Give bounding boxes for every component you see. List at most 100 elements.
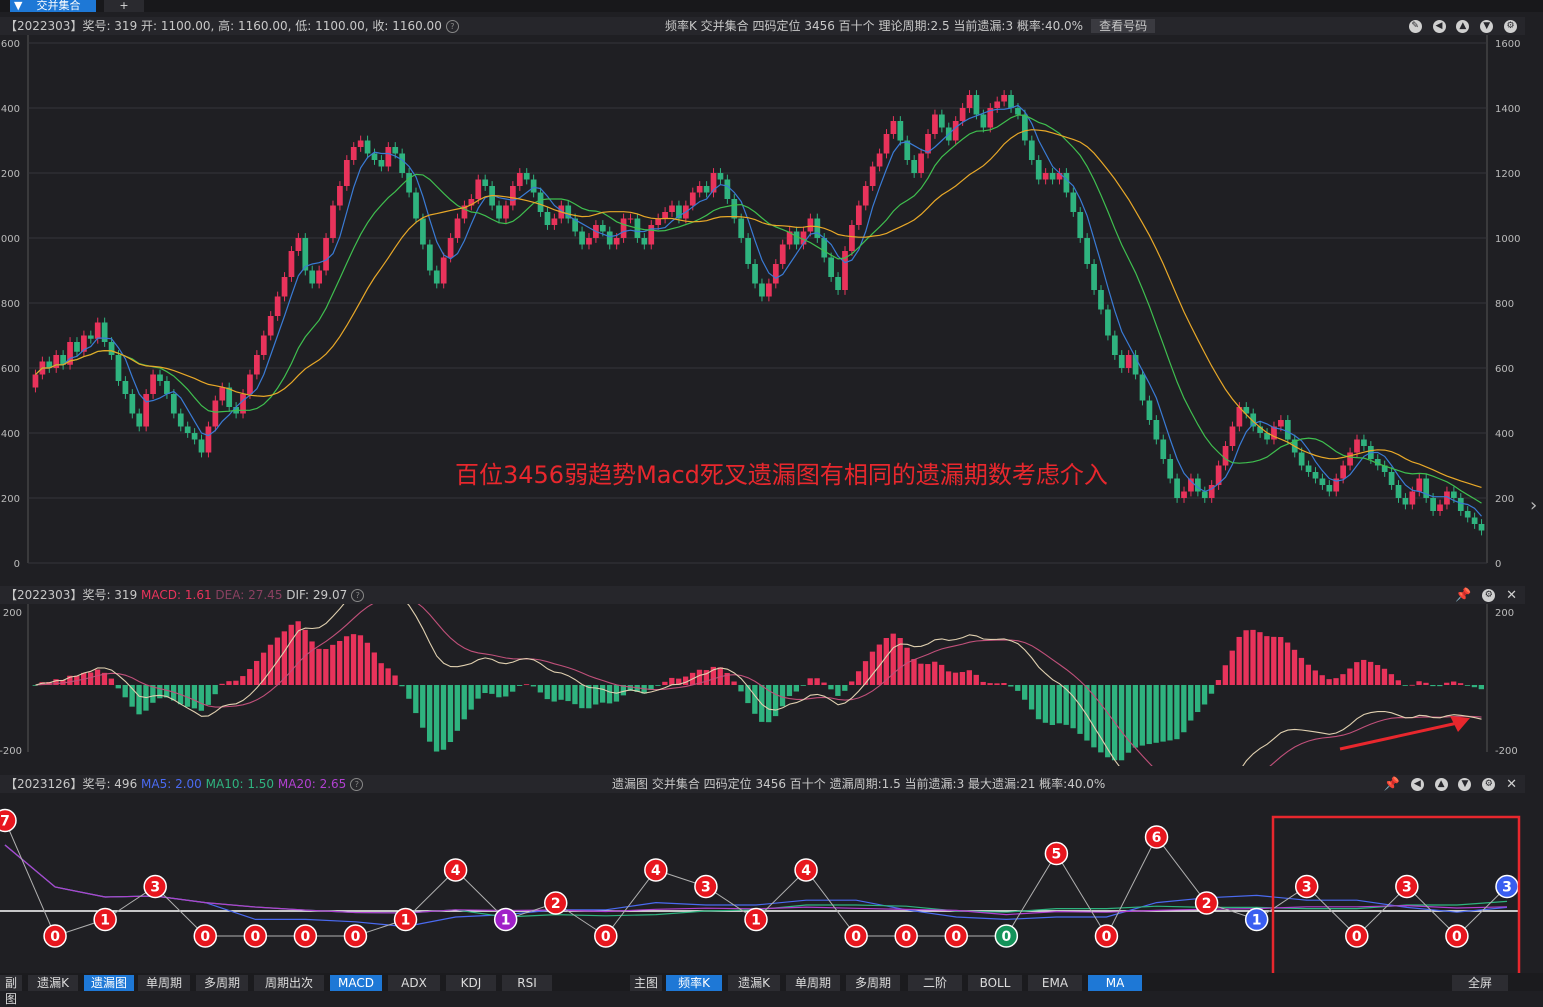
candle [274, 296, 281, 316]
macd-bar [1333, 678, 1339, 685]
omit-dot-label: 0 [1102, 929, 1112, 945]
settings-icon[interactable]: ⚙ [1482, 778, 1496, 791]
back-icon[interactable]: ◀ [1410, 778, 1424, 791]
macd-bar [1451, 681, 1457, 685]
help-icon[interactable]: ? [351, 589, 365, 602]
y-tick-label: 200 [3, 608, 22, 619]
settings-icon[interactable]: ⚙ [1504, 20, 1517, 33]
query-numbers-button[interactable]: 查看号码 [1091, 19, 1156, 33]
macd-bar [1001, 683, 1007, 685]
candle [364, 140, 371, 154]
omit-dot-label: 0 [200, 929, 210, 945]
candle [599, 225, 606, 232]
candle [1091, 264, 1097, 290]
macd-bar [337, 640, 343, 685]
mainchart-button[interactable]: MA [1088, 975, 1142, 991]
dif-value: DIF: 29.07 [286, 588, 348, 602]
macd-bar [1028, 685, 1035, 710]
subchart-button[interactable]: KDJ [446, 975, 496, 991]
omit-dot-label: 0 [851, 929, 861, 945]
candle [835, 277, 841, 290]
help-icon[interactable]: ? [350, 778, 364, 791]
back-icon[interactable]: ◀ [1432, 20, 1446, 33]
macd-bar [94, 669, 101, 685]
candle [1222, 446, 1229, 466]
close-icon[interactable]: ✕ [1506, 778, 1517, 791]
subchart-button[interactable]: ADX [388, 975, 440, 991]
subchart-button[interactable]: 遗漏K [28, 975, 78, 991]
mainchart-button[interactable]: BOLL [968, 975, 1022, 991]
tab-jiaobing[interactable]: ▼ 交并集合 [10, 0, 96, 12]
macd-bar [309, 641, 315, 685]
move-down-icon[interactable]: ▼ [1480, 20, 1494, 33]
mainchart-button[interactable]: 频率K [666, 975, 722, 991]
macd-bar [793, 685, 800, 692]
candle [323, 238, 329, 271]
subchart-button[interactable]: MACD [330, 975, 382, 991]
pin-icon[interactable]: 📌 [1384, 778, 1400, 791]
candle [260, 335, 267, 355]
pin-icon[interactable]: 📌 [1455, 589, 1471, 602]
mainchart-button[interactable]: 遗漏K [728, 975, 780, 991]
add-tab-button[interactable]: + [104, 0, 144, 12]
candle [890, 121, 897, 134]
macd-bar [1367, 661, 1374, 685]
mainchart-button[interactable]: 多周期 [846, 975, 900, 991]
candle [1354, 439, 1360, 453]
candle [433, 270, 440, 284]
macd-bar [108, 678, 115, 685]
candle [1201, 491, 1208, 498]
ma10-line [4, 844, 1508, 918]
expand-right-icon[interactable]: › [1530, 495, 1537, 516]
macd-bar [586, 685, 592, 709]
macd-chart[interactable]: 200 200 -200 -200 [0, 604, 1525, 766]
macd-bar [745, 685, 751, 704]
macd-bar [1139, 685, 1145, 746]
mainchart-button[interactable]: 二阶 [908, 975, 962, 991]
macd-bar [890, 633, 896, 685]
candle [1305, 465, 1312, 472]
macd-bar [980, 681, 986, 685]
macd-bar [1444, 682, 1450, 685]
omit-info: 【2023126】奖号: 496 [5, 777, 138, 791]
move-down-icon[interactable]: ▼ [1458, 778, 1472, 791]
move-up-icon[interactable]: ▲ [1456, 20, 1470, 33]
subchart-button[interactable]: 单周期 [138, 975, 190, 991]
candle [1015, 108, 1021, 115]
mainchart-button[interactable]: EMA [1028, 975, 1082, 991]
omit-dot-label: 7 [0, 814, 10, 830]
omit-dot-label: 0 [301, 929, 311, 945]
candle [648, 225, 655, 245]
macd-bar [226, 681, 232, 685]
close-icon[interactable]: ✕ [1506, 589, 1517, 602]
candle [1298, 452, 1305, 466]
settings-icon[interactable]: ⚙ [1482, 589, 1496, 602]
subchart-button[interactable]: 周期出次 [254, 975, 324, 991]
macd-bar [1457, 683, 1464, 685]
macd-bar [1091, 685, 1097, 748]
help-icon[interactable]: ? [445, 20, 459, 33]
candle [855, 205, 862, 225]
omit-chart[interactable]: 7 0 1 3 0 0 0 0 1 4 1 2 0 4 3 1 4 0 0 0 0 5 0 6 2 1 3 0 3 0 3 [0, 793, 1525, 973]
candle [1035, 160, 1042, 180]
kline-chart[interactable]: 1600 1600 1400 1400 1200 1200 1000 1000 800 800 60… [0, 35, 1525, 575]
subchart-button[interactable]: 遗漏图 [84, 975, 134, 991]
y-tick-label: 1600 [0, 39, 20, 50]
candle [503, 205, 509, 219]
candle [1312, 472, 1319, 479]
draw-icon[interactable]: ✎ [1408, 20, 1422, 33]
macd-bar [855, 671, 862, 685]
candle [32, 374, 39, 388]
subchart-button[interactable]: RSI [502, 975, 552, 991]
y-tick-label: 0 [14, 559, 20, 570]
mainchart-button[interactable]: 单周期 [786, 975, 840, 991]
candle [606, 231, 613, 245]
macd-bar [1284, 642, 1291, 685]
subchart-button[interactable]: 多周期 [196, 975, 248, 991]
fullscreen-button[interactable]: 全屏 [1452, 975, 1508, 991]
move-up-icon[interactable]: ▲ [1434, 778, 1448, 791]
macd-bar [1035, 685, 1042, 720]
candle [205, 426, 212, 453]
macd-bar [938, 664, 945, 685]
macd-bar [489, 685, 495, 694]
